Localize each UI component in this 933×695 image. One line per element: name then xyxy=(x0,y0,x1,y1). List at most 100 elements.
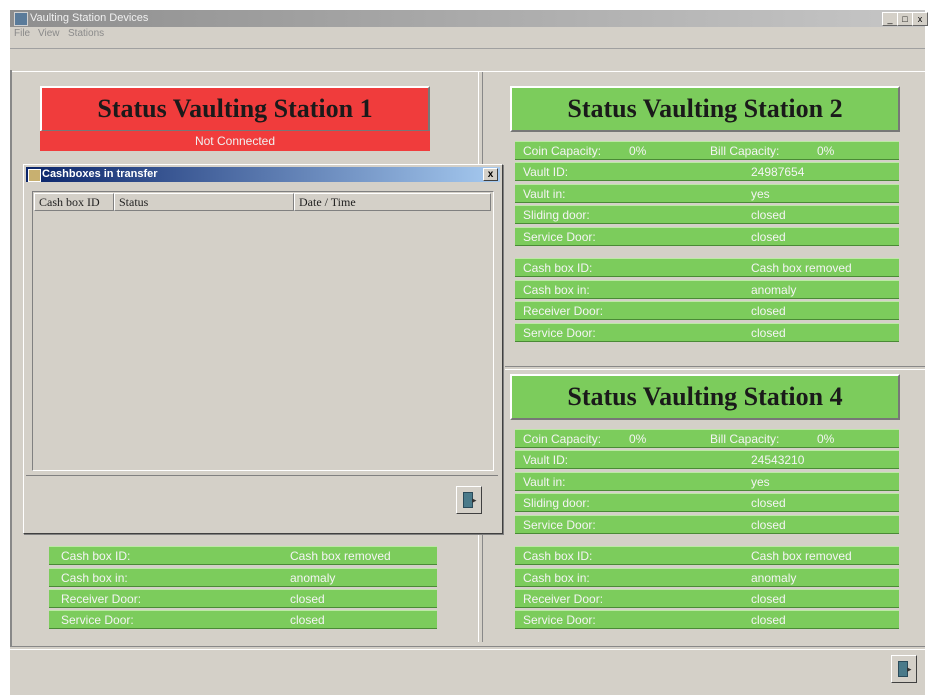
row-label: Cash box in: xyxy=(61,571,128,585)
row-value: closed xyxy=(751,496,786,510)
row-value: yes xyxy=(751,475,770,489)
station2-vault-in-row: Vault in: yes xyxy=(515,184,899,203)
row-label: Cash box in: xyxy=(523,283,590,297)
column-header-date-time[interactable]: Date / Time xyxy=(294,193,491,211)
row-label: Service Door: xyxy=(523,326,596,340)
app-icon xyxy=(14,12,28,26)
row-value: closed xyxy=(751,230,786,244)
row-label: Vault ID: xyxy=(523,453,569,467)
station2-service-door-row: Service Door: closed xyxy=(515,227,899,246)
row-value: Cash box removed xyxy=(290,549,391,563)
menu-view[interactable]: View xyxy=(38,28,60,39)
row-value: closed xyxy=(751,304,786,318)
cashboxes-dialog: Cashboxes in transfer x Cash box ID Stat… xyxy=(23,164,503,534)
dialog-close-button[interactable]: x xyxy=(483,168,498,181)
menu-bar: File View Stations xyxy=(10,27,925,42)
row-label: Cash box in: xyxy=(523,571,590,585)
column-header-cashbox-id[interactable]: Cash box ID xyxy=(34,193,114,211)
station4-cashbox-id-row: Cash box ID: Cash box removed xyxy=(515,546,899,565)
station4-cashbox-in-row: Cash box in: anomaly xyxy=(515,568,899,587)
cashbox-list[interactable]: Cash box ID Status Date / Time xyxy=(32,191,494,471)
row-label: Vault in: xyxy=(523,187,566,201)
minimize-button[interactable]: _ xyxy=(882,12,898,26)
station4-receiver-door-row: Receiver Door: closed xyxy=(515,589,899,608)
dialog-button-area: ▸ xyxy=(26,475,498,530)
station1-service-door-row: Service Door: closed xyxy=(49,610,437,629)
coin-capacity-value: 0% xyxy=(629,144,647,158)
station2-vault-id-row: Vault ID: 24987654 xyxy=(515,162,899,181)
row-label: Service Door: xyxy=(523,518,596,532)
row-value: closed xyxy=(751,208,786,222)
station2-header: Status Vaulting Station 2 xyxy=(510,86,900,132)
station1-receiver-door-row: Receiver Door: closed xyxy=(49,589,437,608)
row-value: closed xyxy=(751,326,786,340)
station2-cashbox-id-row: Cash box ID: Cash box removed xyxy=(515,258,899,277)
station1-header: Status Vaulting Station 1 xyxy=(40,86,430,132)
station1-cashbox-id-row: Cash box ID: Cash box removed xyxy=(49,546,437,565)
row-value: 24543210 xyxy=(751,453,805,467)
dialog-title: Cashboxes in transfer xyxy=(42,168,158,180)
row-label: Service Door: xyxy=(523,613,596,627)
coin-capacity-value: 0% xyxy=(629,432,647,446)
row-label: Sliding door: xyxy=(523,208,590,222)
station4-sliding-door-row: Sliding door: closed xyxy=(515,493,899,512)
row-label: Sliding door: xyxy=(523,496,590,510)
row-value: anomaly xyxy=(751,571,797,585)
row-value: closed xyxy=(290,592,325,606)
bill-capacity-label: Bill Capacity: xyxy=(710,144,780,158)
bill-capacity-value: 0% xyxy=(817,432,835,446)
exit-arrow-icon: ▸ xyxy=(907,664,912,674)
close-button[interactable]: x xyxy=(912,12,928,26)
row-label: Vault in: xyxy=(523,475,566,489)
dialog-exit-button[interactable]: ▸ xyxy=(456,486,482,514)
bottom-divider xyxy=(10,646,925,650)
bill-capacity-value: 0% xyxy=(817,144,835,158)
station4-service-door-row: Service Door: closed xyxy=(515,515,899,534)
bill-capacity-label: Bill Capacity: xyxy=(710,432,780,446)
left-border xyxy=(10,70,12,646)
row-label: Vault ID: xyxy=(523,165,569,179)
maximize-button[interactable]: □ xyxy=(897,12,913,26)
row-value: closed xyxy=(751,613,786,627)
row-value: closed xyxy=(290,613,325,627)
main-exit-button[interactable]: ▸ xyxy=(891,655,917,683)
row-label: Cash box ID: xyxy=(523,261,593,275)
row-label: Service Door: xyxy=(61,613,134,627)
row-value: 24987654 xyxy=(751,165,805,179)
station1-connection-status: Not Connected xyxy=(40,131,430,151)
row-label: Cash box ID: xyxy=(61,549,131,563)
coin-capacity-label: Coin Capacity: xyxy=(523,432,602,446)
row-value: anomaly xyxy=(290,571,336,585)
toolbar-strip xyxy=(10,48,925,72)
row-value: anomaly xyxy=(751,283,797,297)
station4-vault-in-row: Vault in: yes xyxy=(515,472,899,491)
row-value: closed xyxy=(751,592,786,606)
row-label: Cash box ID: xyxy=(523,549,593,563)
menu-file[interactable]: File xyxy=(14,28,30,39)
row-value: yes xyxy=(751,187,770,201)
column-header-status[interactable]: Status xyxy=(114,193,294,211)
window-title: Vaulting Station Devices xyxy=(30,12,149,24)
exit-arrow-icon: ▸ xyxy=(472,495,477,505)
station1-cashbox-in-row: Cash box in: anomaly xyxy=(49,568,437,587)
title-bar: Vaulting Station Devices _ □ x xyxy=(10,10,928,27)
station4-vault-id-row: Vault ID: 24543210 xyxy=(515,450,899,469)
row-value: closed xyxy=(751,518,786,532)
station2-capacity-row: Coin Capacity: 0% Bill Capacity: 0% xyxy=(515,141,899,160)
dialog-app-icon xyxy=(28,169,41,182)
row-value: Cash box removed xyxy=(751,549,852,563)
station4-capacity-row: Coin Capacity: 0% Bill Capacity: 0% xyxy=(515,429,899,448)
coin-capacity-label: Coin Capacity: xyxy=(523,144,602,158)
station2-service-door-2-row: Service Door: closed xyxy=(515,323,899,342)
station4-service-door-2-row: Service Door: closed xyxy=(515,610,899,629)
row-label: Receiver Door: xyxy=(523,304,604,318)
menu-stations[interactable]: Stations xyxy=(68,28,104,39)
right-divider xyxy=(505,366,925,370)
station2-sliding-door-row: Sliding door: closed xyxy=(515,205,899,224)
row-value: Cash box removed xyxy=(751,261,852,275)
station2-cashbox-in-row: Cash box in: anomaly xyxy=(515,280,899,299)
row-label: Receiver Door: xyxy=(61,592,142,606)
station4-header: Status Vaulting Station 4 xyxy=(510,374,900,420)
dialog-title-bar[interactable]: Cashboxes in transfer x xyxy=(26,167,500,182)
station2-receiver-door-row: Receiver Door: closed xyxy=(515,301,899,320)
